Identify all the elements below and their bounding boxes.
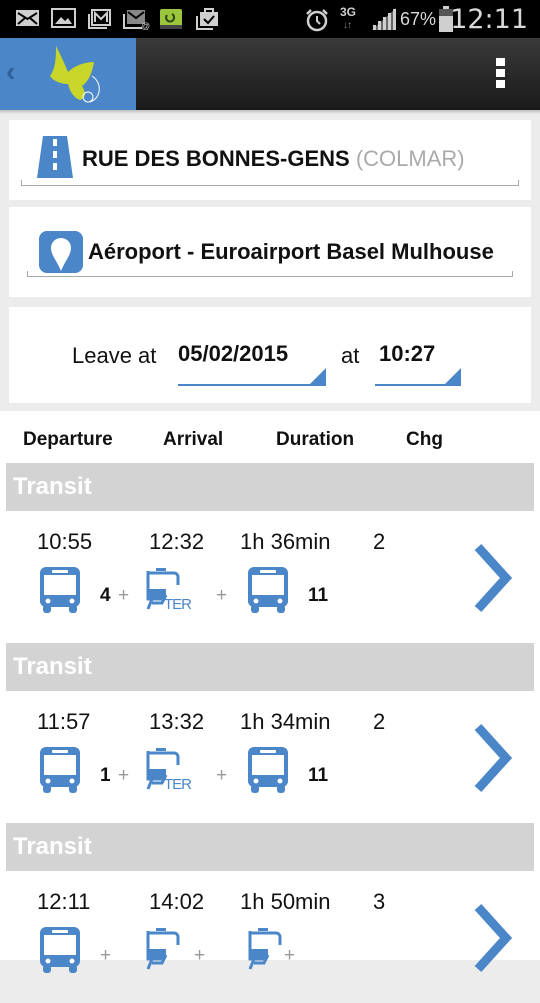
home-up-button[interactable]: ‹ xyxy=(0,38,136,110)
section-header: Transit xyxy=(6,823,534,871)
plus-separator: + xyxy=(100,945,112,966)
bus-icon xyxy=(248,565,288,618)
plus-separator: + xyxy=(118,765,130,786)
date-spinner-underline xyxy=(178,384,326,386)
ter-train-icon: TER xyxy=(146,565,198,618)
origin-text: RUE DES BONNES-GENS (COLMAR) xyxy=(82,146,465,172)
date-spinner-corner xyxy=(308,368,326,386)
origin-field[interactable]: RUE DES BONNES-GENS (COLMAR) xyxy=(9,120,531,200)
app-bar-shadow xyxy=(0,110,540,114)
mail-icon xyxy=(16,10,39,26)
row-departure: 10:55 xyxy=(37,529,93,554)
result-row[interactable]: 12:11 14:02 1h 50min 3 + + + xyxy=(0,873,540,1003)
road-icon xyxy=(37,136,73,178)
network-type: 3G xyxy=(340,5,357,19)
result-row[interactable]: 10:55 12:32 1h 36min 2 4 TER 11 + + xyxy=(0,513,540,643)
bus-icon xyxy=(40,565,80,618)
chevron-right-icon[interactable] xyxy=(472,903,513,973)
section-header: Transit xyxy=(6,643,534,691)
plus-separator: + xyxy=(118,585,130,606)
results-list[interactable]: Departure Arrival Duration Chg Transit 10… xyxy=(0,411,540,973)
row-departure: 12:11 xyxy=(37,889,91,914)
bus-icon xyxy=(248,745,288,798)
section-title: Transit xyxy=(13,653,92,680)
overflow-menu-icon[interactable] xyxy=(496,58,506,91)
status-bar: @ 3G ↓↑ 67% 12:11 xyxy=(0,0,540,38)
row-departure: 11:57 xyxy=(37,709,91,734)
app-bar: ‹ xyxy=(0,38,540,110)
row-changes: 2 xyxy=(373,529,386,554)
row-duration: 1h 34min xyxy=(240,709,331,734)
svg-text:@: @ xyxy=(141,21,150,30)
svg-text:TER: TER xyxy=(164,776,192,793)
line-number: 11 xyxy=(308,765,329,786)
destination-field[interactable]: Aéroport - Euroairport Basel Mulhouse xyxy=(9,207,531,297)
plus-separator: + xyxy=(194,945,206,966)
map-pin-icon xyxy=(39,231,83,273)
date-value: 05/02/2015 xyxy=(178,341,289,366)
line-number: 4 xyxy=(100,585,111,606)
butterfly-logo xyxy=(50,46,100,103)
plus-separator: + xyxy=(284,945,296,966)
back-chevron-icon: ‹ xyxy=(6,56,16,87)
ter-train-icon: TER xyxy=(146,745,198,798)
clipboard-check-icon xyxy=(196,8,218,30)
destination-name: Aéroport - Euroairport Basel Mulhouse xyxy=(88,239,494,264)
result-row[interactable]: 11:57 13:32 1h 34min 2 1 TER 11 + + xyxy=(0,693,540,823)
svg-text:TER: TER xyxy=(164,596,192,613)
alarm-icon xyxy=(306,9,328,32)
section-title: Transit xyxy=(13,833,92,860)
signal-icon xyxy=(372,8,396,30)
at-label: at xyxy=(341,343,360,368)
leave-at-label: Leave at xyxy=(72,343,157,368)
origin-underline xyxy=(21,180,519,186)
email-icon: @ xyxy=(123,10,150,30)
column-arrival: Arrival xyxy=(163,429,224,450)
section-title: Transit xyxy=(13,473,92,500)
column-changes: Chg xyxy=(406,429,443,450)
row-duration: 1h 50min xyxy=(240,889,331,914)
origin-city: (COLMAR) xyxy=(349,146,465,171)
row-changes: 3 xyxy=(373,889,386,914)
chevron-right-icon[interactable] xyxy=(472,543,513,613)
time-value: 10:27 xyxy=(379,341,436,366)
row-arrival: 14:02 xyxy=(149,889,205,914)
chevron-right-icon[interactable] xyxy=(472,723,513,793)
row-arrival: 13:32 xyxy=(149,709,205,734)
battery-percent: 67% xyxy=(400,9,437,29)
section-header: Transit xyxy=(6,463,534,511)
time-spinner-corner xyxy=(443,368,461,386)
line-number: 1 xyxy=(100,765,111,786)
ter-train-icon xyxy=(146,925,198,978)
row-arrival: 12:32 xyxy=(149,529,205,554)
gmail-icon xyxy=(88,9,111,29)
bus-icon xyxy=(40,925,80,978)
plus-separator: + xyxy=(216,765,228,786)
image-icon xyxy=(51,8,76,28)
row-duration: 1h 36min xyxy=(240,529,331,554)
clock: 12:11 xyxy=(450,4,528,35)
plus-separator: + xyxy=(216,585,228,606)
origin-name: RUE DES BONNES-GENS xyxy=(82,146,350,171)
destination-underline xyxy=(27,271,513,277)
line-number: 11 xyxy=(308,585,329,606)
schedule-card: Leave at 05/02/2015 at 10:27 xyxy=(9,307,531,403)
bus-icon xyxy=(40,745,80,798)
column-duration: Duration xyxy=(276,429,355,450)
sync-icon xyxy=(160,9,182,29)
data-activity-icon: ↓↑ xyxy=(343,20,352,31)
column-departure: Departure xyxy=(23,429,113,450)
row-changes: 2 xyxy=(373,709,386,734)
